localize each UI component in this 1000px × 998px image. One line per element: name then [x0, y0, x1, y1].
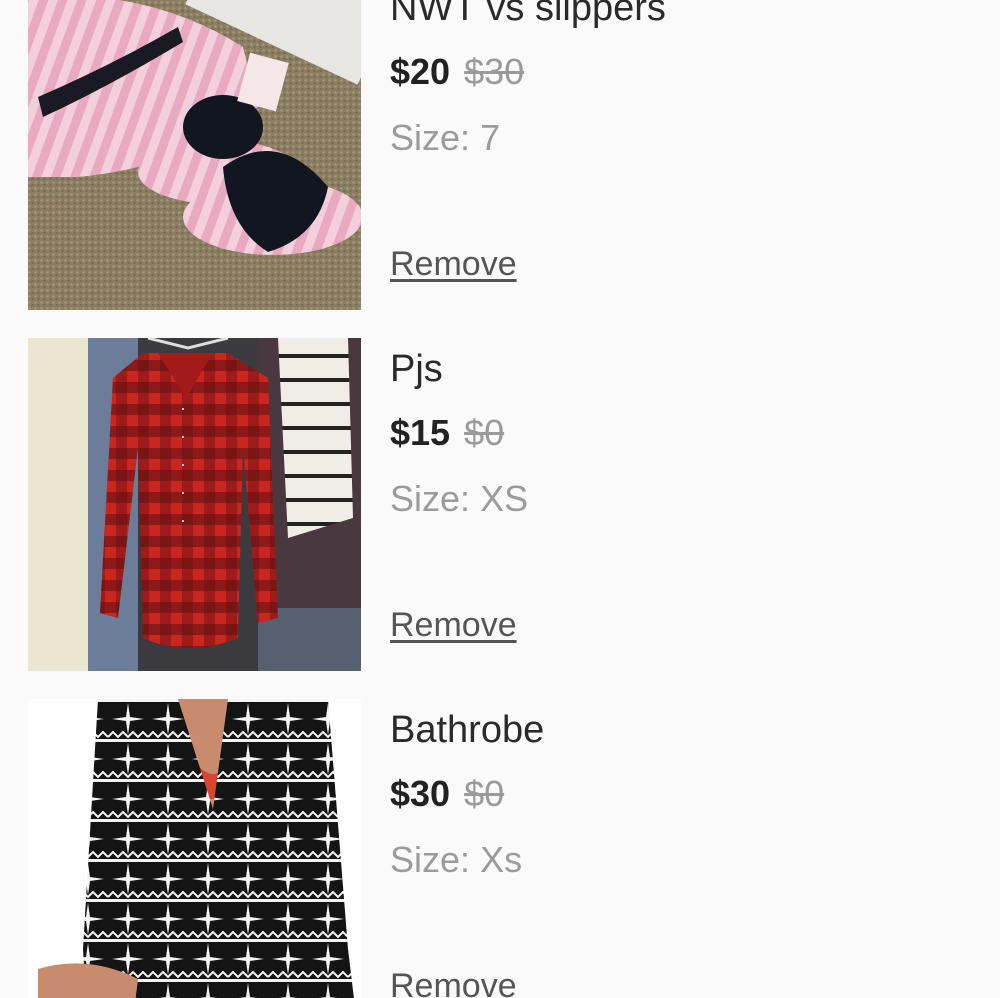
item-details: Bathrobe $30 $0 Size: Xs Remove — [390, 699, 980, 998]
size-label: Size: — [390, 839, 471, 880]
bathrobe-photo — [28, 699, 361, 998]
plaid-pajamas-photo — [28, 338, 361, 671]
remove-link[interactable]: Remove — [390, 967, 517, 998]
price-row: $30 $0 — [390, 773, 504, 815]
slippers-photo — [28, 0, 361, 310]
item-original-price: $0 — [464, 412, 505, 453]
item-title[interactable]: NWT vs slippers — [390, 0, 666, 30]
item-original-price: $30 — [464, 51, 525, 92]
size-row: Size: Xs — [390, 839, 522, 881]
size-row: Size: 7 — [390, 117, 500, 159]
product-image[interactable] — [28, 699, 361, 998]
cart-item: Pjs $15 $0 Size: XS Remove — [0, 338, 1000, 672]
remove-link[interactable]: Remove — [390, 245, 517, 284]
size-label: Size: — [390, 478, 471, 519]
size-value: 7 — [480, 117, 501, 158]
cart-item: Bathrobe $30 $0 Size: Xs Remove — [0, 699, 1000, 998]
size-row: Size: XS — [390, 478, 528, 520]
size-value: Xs — [480, 839, 523, 880]
item-details: Pjs $15 $0 Size: XS Remove — [390, 338, 980, 671]
item-price: $20 — [390, 51, 451, 92]
product-image[interactable] — [28, 0, 361, 310]
size-value: XS — [480, 478, 529, 519]
product-image[interactable] — [28, 338, 361, 671]
price-row: $20 $30 — [390, 51, 524, 93]
item-original-price: $0 — [464, 773, 505, 814]
size-label: Size: — [390, 117, 471, 158]
item-price: $30 — [390, 773, 451, 814]
item-title[interactable]: Pjs — [390, 348, 443, 391]
cart-item-list: NWT vs slippers $20 $30 Size: 7 Remove P… — [0, 0, 1000, 998]
item-title[interactable]: Bathrobe — [390, 709, 544, 752]
cart-item: NWT vs slippers $20 $30 Size: 7 Remove — [0, 0, 1000, 311]
price-row: $15 $0 — [390, 412, 504, 454]
item-price: $15 — [390, 412, 451, 453]
remove-link[interactable]: Remove — [390, 606, 517, 645]
item-details: NWT vs slippers $20 $30 Size: 7 Remove — [390, 0, 980, 310]
